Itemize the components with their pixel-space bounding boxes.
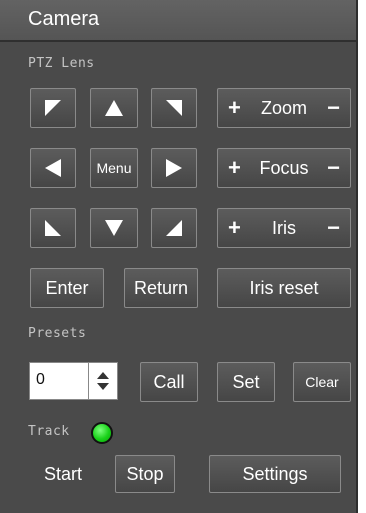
enter-button[interactable]: Enter <box>30 268 104 308</box>
zoom-in-button[interactable]: + <box>228 97 241 119</box>
track-start-button[interactable]: Start <box>44 464 82 485</box>
iris-reset-button[interactable]: Iris reset <box>217 268 351 308</box>
iris-open-button[interactable]: + <box>228 217 241 239</box>
iris-control: + Iris − <box>217 208 351 248</box>
title-bar: Camera <box>0 0 356 42</box>
track-settings-button[interactable]: Settings <box>209 455 341 493</box>
focus-far-button[interactable]: − <box>327 157 340 179</box>
call-preset-button[interactable]: Call <box>140 362 198 402</box>
pan-down-right-button[interactable] <box>151 208 197 248</box>
preset-number-input[interactable]: 0 <box>29 362 89 400</box>
arrow-down-icon <box>105 220 123 236</box>
panel-title: Camera <box>28 8 100 30</box>
iris-close-button[interactable]: − <box>327 217 340 239</box>
zoom-out-button[interactable]: − <box>327 97 340 119</box>
focus-label: Focus <box>259 157 309 178</box>
menu-button[interactable]: Menu <box>90 148 138 188</box>
pan-left-button[interactable] <box>30 148 76 188</box>
pan-down-left-button[interactable] <box>30 208 76 248</box>
pan-up-button[interactable] <box>90 88 138 128</box>
track-stop-button[interactable]: Stop <box>115 455 175 493</box>
arrow-right-icon <box>166 159 182 177</box>
pan-up-right-button[interactable] <box>151 88 197 128</box>
return-button[interactable]: Return <box>124 268 198 308</box>
arrow-up-right-icon <box>166 100 182 116</box>
focus-near-button[interactable]: + <box>228 157 241 179</box>
spinner-arrows-icon <box>97 372 109 390</box>
arrow-left-icon <box>45 159 61 177</box>
arrow-down-left-icon <box>45 220 61 236</box>
zoom-control: + Zoom − <box>217 88 351 128</box>
arrow-up-icon <box>105 100 123 116</box>
pan-up-left-button[interactable] <box>30 88 76 128</box>
iris-label: Iris <box>272 217 296 238</box>
camera-panel: Camera PTZ Lens + Zoom − Menu + Focus − … <box>0 0 358 513</box>
preset-spinner[interactable] <box>88 362 118 400</box>
pan-right-button[interactable] <box>151 148 197 188</box>
ptz-lens-label: PTZ Lens <box>28 56 95 71</box>
arrow-down-right-icon <box>166 220 182 236</box>
clear-preset-button[interactable]: Clear <box>293 362 351 402</box>
presets-label: Presets <box>28 326 87 341</box>
zoom-label: Zoom <box>260 97 307 118</box>
set-preset-button[interactable]: Set <box>217 362 275 402</box>
track-label: Track <box>28 424 70 439</box>
pan-down-button[interactable] <box>90 208 138 248</box>
arrow-up-left-icon <box>45 100 61 116</box>
focus-control: + Focus − <box>217 148 351 188</box>
track-status-indicator <box>91 422 113 444</box>
